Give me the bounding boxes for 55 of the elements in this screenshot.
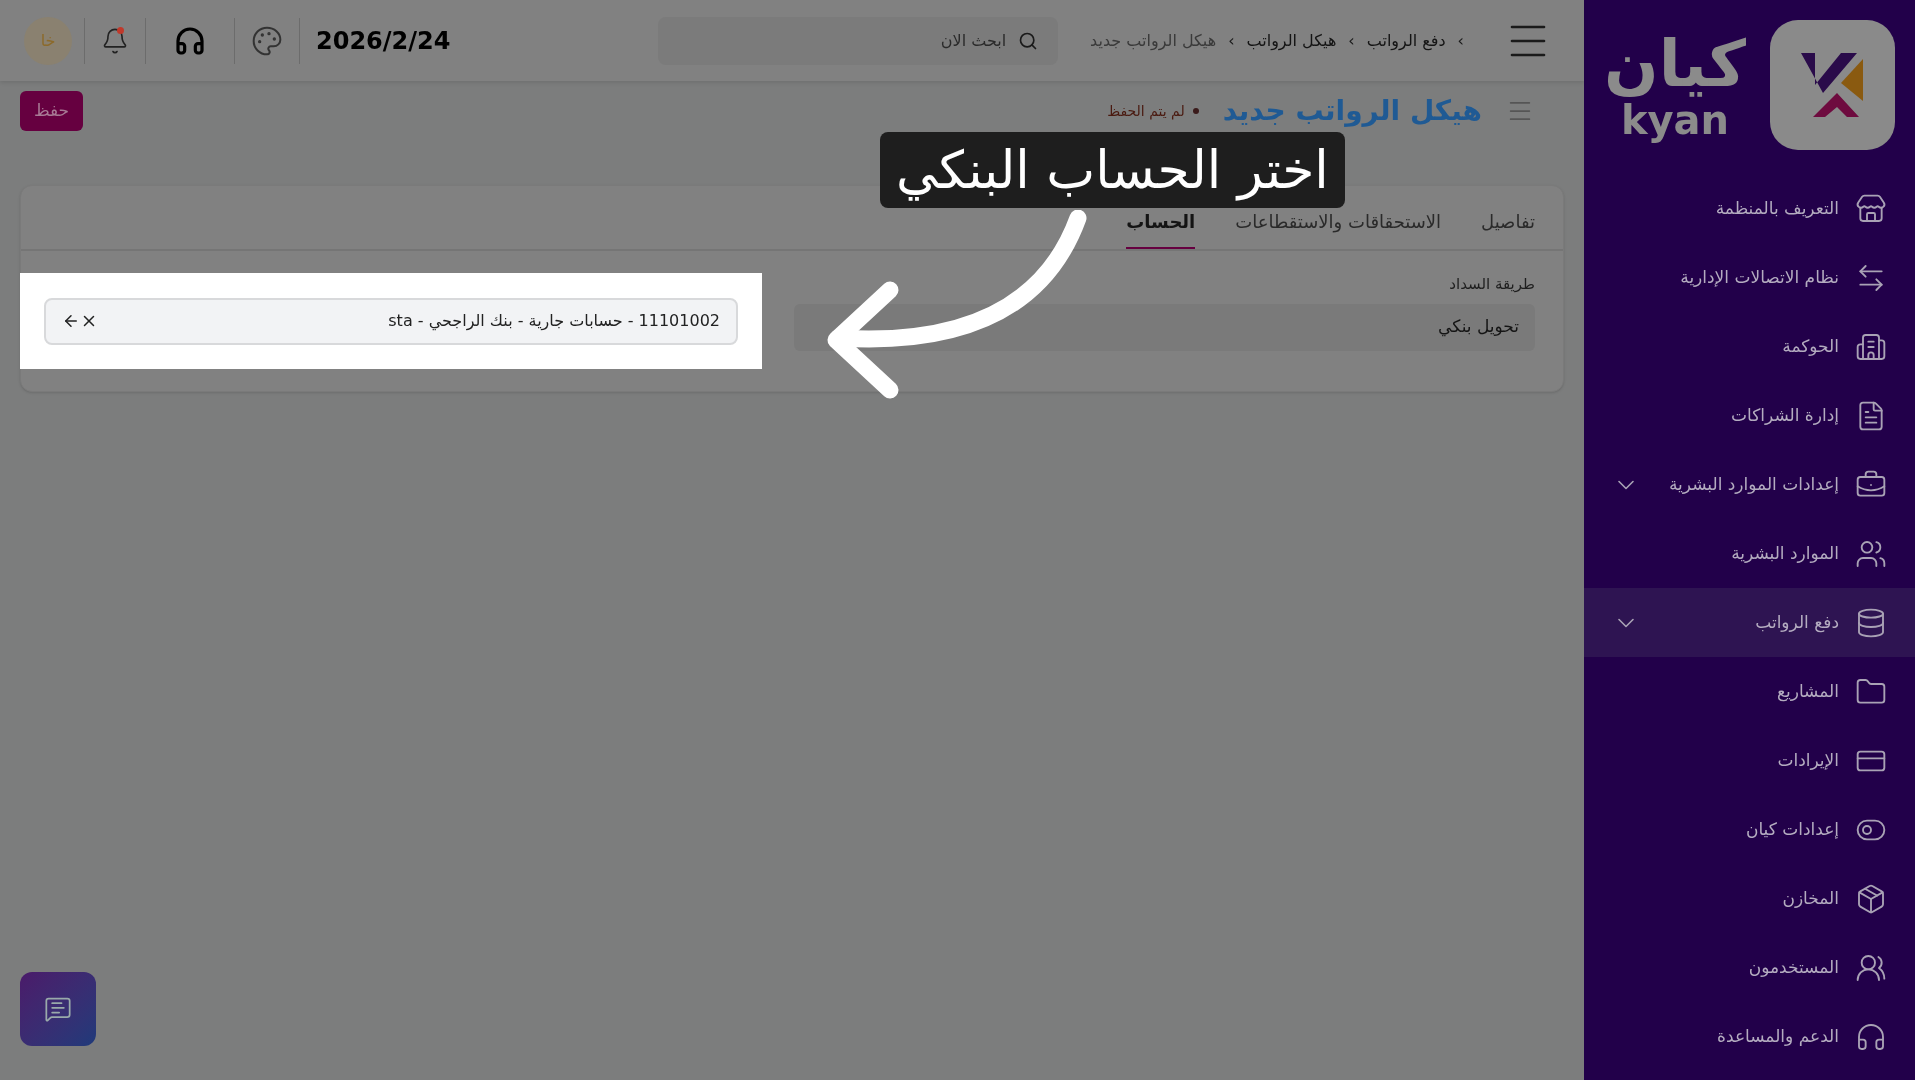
tab[interactable]: الحساب [1126,211,1196,249]
sidebar-item-label: إعدادات الموارد البشرية [1668,472,1839,496]
sidebar-item-label: المخازن [1782,886,1839,910]
field-label: طريقة السداد [1448,274,1535,295]
sidebar-item-label: نظام الاتصالات الإدارية [1680,265,1839,289]
search-icon [1018,30,1039,51]
sidebar-item-label: دفع الرواتب [1755,610,1839,635]
sidebar-item-label: المشاريع [1776,679,1839,704]
sidebar-item[interactable]: التعريف بالمنظمة [1584,174,1915,243]
breadcrumb-separator: › [1457,29,1464,52]
status-text: لم يتم الحفظ [1107,101,1185,122]
sidebar-item-label: التعريف بالمنظمة [1715,196,1839,220]
breadcrumb-link[interactable]: هيكل الرواتب [1246,28,1337,53]
database-icon [1855,606,1887,639]
sidebar-item-label: الموارد البشرية [1731,541,1839,565]
sidebar-item[interactable]: الموارد البشرية [1584,519,1915,588]
sidebar-item-label: الدعم والمساعدة [1717,1024,1839,1048]
sidebar-item[interactable]: دفع الرواتب [1584,588,1915,657]
account-value: 11101002 - حسابات جارية - بنك الراجحي - sta [388,310,720,333]
logo-latin-text: kyan [1620,99,1730,141]
logo-icon [1770,20,1895,150]
breadcrumb-separator: › [1348,29,1355,52]
sidebar-item-label: إعدادات كيان [1745,817,1839,841]
tab[interactable]: الاستحقاقات والاستقطاعات [1235,211,1442,249]
sidebar-item[interactable]: المخازن [1584,864,1915,933]
tutorial-tooltip: اختر الحساب البنكي [880,132,1345,208]
sidebar-item[interactable]: الإيرادات [1584,726,1915,795]
bell-icon[interactable] [101,26,129,55]
sidebar-item[interactable]: الحوكمة [1584,312,1915,381]
sidebar-item[interactable]: إعدادات الموارد البشرية [1584,450,1915,519]
chat-icon [44,995,72,1023]
palette-icon[interactable] [251,24,283,57]
sidebar-item[interactable]: إعدادات كيان [1584,795,1915,864]
box-icon [1855,882,1887,915]
sidebar-item[interactable]: نظام الاتصالات الإدارية [1584,243,1915,312]
breadcrumb-separator: › [1228,29,1235,52]
sidebar-item[interactable]: الدعم والمساعدة [1584,1002,1915,1071]
breadcrumb-link[interactable]: دفع الرواتب [1366,28,1446,53]
account-field[interactable]: 11101002 - حسابات جارية - بنك الراجحي - sta [44,297,738,345]
store-icon [1855,192,1887,225]
sidebar-item[interactable]: إدارة الشراكات [1584,381,1915,450]
logo-arabic-text: كيان [1604,29,1746,99]
sidebar-item-label: المستخدمون [1748,955,1839,979]
arrow-right-icon[interactable] [62,312,80,330]
chat-button[interactable] [20,972,96,1046]
sidebar-item[interactable]: المشاريع [1584,657,1915,726]
save-button[interactable]: حفظ [20,91,83,131]
page-title: هيكل الرواتب جديد [1222,94,1482,128]
tab[interactable]: تفاصيل [1481,211,1535,249]
sidebar-item-label: الحوكمة [1782,334,1839,358]
sidebar-item-label: إدارة الشراكات [1731,403,1839,427]
sidebar-item-label: الإيرادات [1777,748,1839,772]
sidebar-item[interactable]: المستخدمون [1584,933,1915,1002]
headset-icon[interactable] [174,24,206,57]
date-text: 2026/2/24 [315,25,452,57]
